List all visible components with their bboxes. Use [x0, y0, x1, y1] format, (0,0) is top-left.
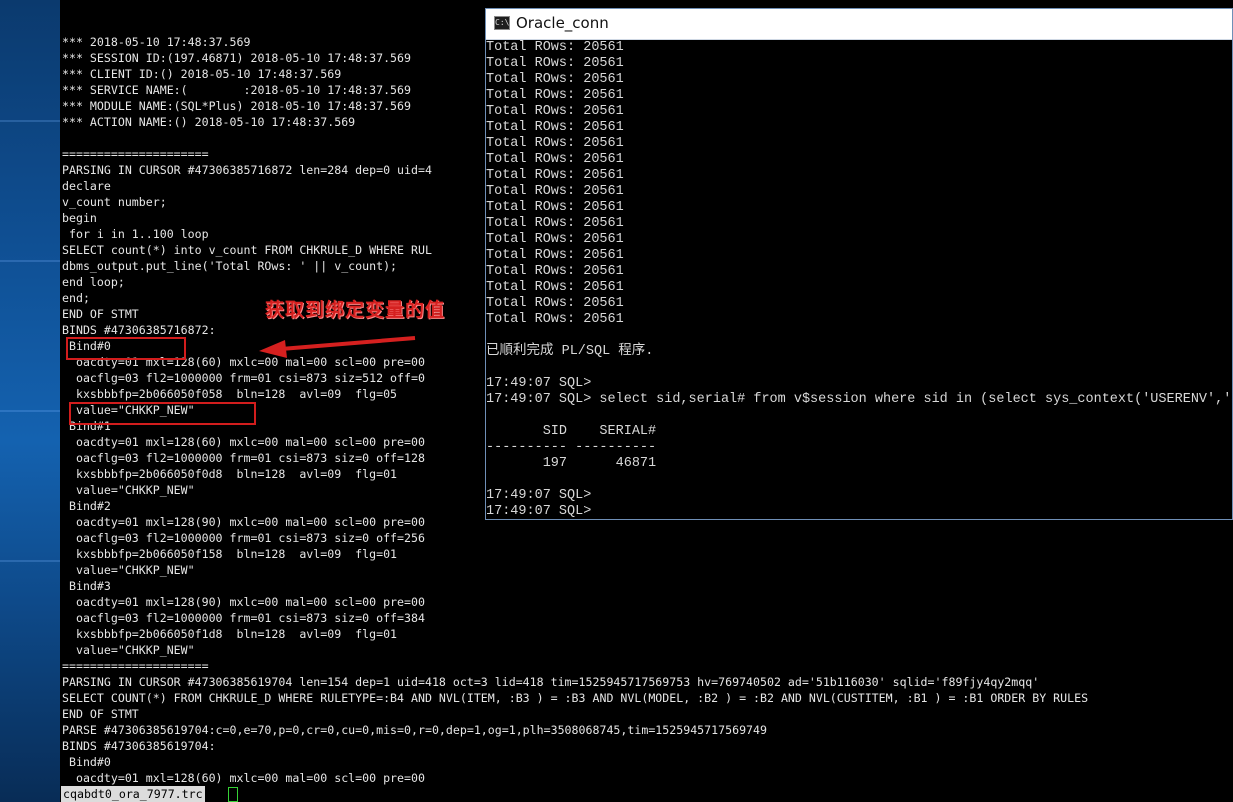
console-line: Total ROws: 20561 [486, 152, 624, 167]
console-line: Total ROws: 20561 [486, 232, 624, 247]
trace-line: BINDS #47306385619704: [62, 739, 216, 753]
trace-line: Bind#3 [62, 579, 111, 593]
oracle-conn-window[interactable]: C:\ Oracle_conn Total ROws: 20561 Total R… [485, 8, 1233, 520]
trace-line: ===================== [62, 659, 209, 673]
trace-line: value="CHKKP_NEW" [62, 643, 195, 657]
desktop-wallpaper [0, 0, 60, 802]
console-line: Total ROws: 20561 [486, 40, 624, 55]
console-line: 197 46871 [486, 456, 657, 471]
console-line: Total ROws: 20561 [486, 200, 624, 215]
console-line: Total ROws: 20561 [486, 296, 624, 311]
trace-line: oacflg=03 fl2=1000000 frm=01 csi=873 siz… [62, 611, 425, 625]
console-line: Total ROws: 20561 [486, 88, 624, 103]
trace-line: kxsbbbfp=2b066050f1d8 bln=128 avl=09 flg… [62, 627, 398, 641]
trace-line: Bind#0 [62, 755, 111, 769]
console-line: Total ROws: 20561 [486, 264, 624, 279]
trace-line: PARSING IN CURSOR #47306385619704 len=15… [62, 675, 1040, 689]
terminal-cursor [228, 787, 238, 802]
console-line: Total ROws: 20561 [486, 120, 624, 135]
trace-line: SELECT COUNT(*) FROM CHKRULE_D WHERE RUL… [62, 691, 1089, 705]
console-line: 17:49:07 SQL> [486, 504, 592, 519]
window-title: Oracle_conn [516, 14, 609, 32]
console-line: Total ROws: 20561 [486, 312, 624, 327]
annotation-arrow-icon [259, 336, 416, 358]
console-line: 17:49:07 SQL> [486, 376, 592, 391]
trace-line: kxsbbbfp=2b066050f158 bln=128 avl=09 flg… [62, 547, 398, 561]
console-line: 已順利完成 PL/SQL 程序. [486, 344, 654, 359]
trace-line: oacflg=03 fl2=1000000 frm=01 csi=873 siz… [62, 531, 425, 545]
console-line: Total ROws: 20561 [486, 280, 624, 295]
console-line: SID SERIAL# [486, 424, 657, 439]
trace-line: PARSE #47306385619704:c=0,e=70,p=0,cr=0,… [62, 723, 767, 737]
status-bar-filename: cqabdt0_ora_7977.trc [61, 786, 205, 802]
annotation-label: 获取到绑定变量的值 [265, 299, 446, 321]
console-line: Total ROws: 20561 [486, 56, 624, 71]
console-line: Total ROws: 20561 [486, 184, 624, 199]
trace-line: oacdty=01 mxl=128(60) mxlc=00 mal=00 scl… [62, 771, 425, 785]
console-line: Total ROws: 20561 [486, 104, 624, 119]
console-line: ---------- ---------- [486, 440, 657, 455]
console-line: Total ROws: 20561 [486, 136, 624, 151]
console-icon: C:\ [494, 16, 510, 30]
console-line: Total ROws: 20561 [486, 168, 624, 183]
console-line: Total ROws: 20561 [486, 216, 624, 231]
console-line: Total ROws: 20561 [486, 72, 624, 87]
trace-line: oacdty=01 mxl=128(90) mxlc=00 mal=00 scl… [62, 595, 425, 609]
highlight-box-bind0 [66, 337, 186, 360]
window-titlebar[interactable]: C:\ Oracle_conn [486, 9, 1232, 40]
console-line: 17:49:07 SQL> select sid,serial# from v$… [486, 392, 1232, 407]
console-line: 17:49:07 SQL> [486, 488, 592, 503]
trace-line: value="CHKKP_NEW" [62, 563, 195, 577]
highlight-box-value [69, 402, 256, 425]
console-line: Total ROws: 20561 [486, 248, 624, 263]
trace-line: END OF STMT [62, 707, 139, 721]
sqlplus-output[interactable]: Total ROws: 20561 Total ROws: 20561 Total … [486, 40, 1232, 520]
